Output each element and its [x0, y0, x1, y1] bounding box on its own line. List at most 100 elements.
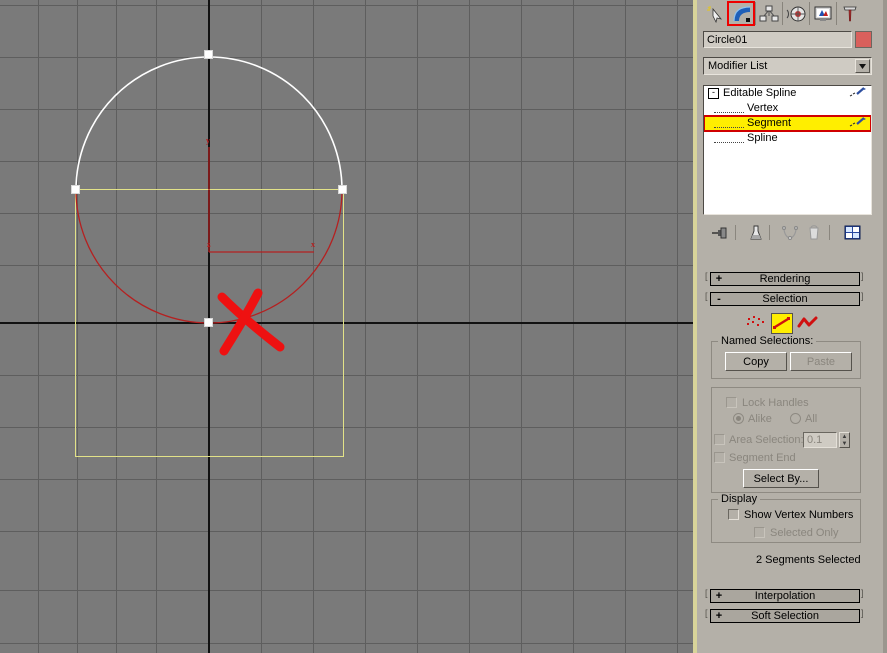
select-by-button-label: Select By... — [753, 472, 809, 485]
object-color-swatch[interactable] — [855, 31, 872, 48]
spinner-down-arrow: ▼ — [841, 440, 848, 447]
show-end-result-button[interactable] — [745, 222, 767, 243]
selected-only-checkbox[interactable] — [754, 527, 765, 538]
hammer-icon — [842, 6, 857, 21]
display-group-label: Display — [718, 493, 761, 505]
rollout-bracket-right: ] — [861, 291, 864, 301]
spinner-up-arrow: ▲ — [841, 433, 848, 440]
show-vertex-numbers-checkbox[interactable] — [728, 509, 739, 520]
copy-button-label: Copy — [743, 355, 769, 368]
stack-item-editable-spline[interactable]: - Editable Spline — [704, 86, 871, 101]
area-selection-checkbox[interactable] — [714, 434, 725, 445]
sub-object-level-buttons — [745, 312, 825, 334]
segment-sub-object-button[interactable] — [771, 312, 793, 334]
pin-stack-button[interactable] — [709, 222, 731, 243]
chevron-down-icon[interactable] — [855, 59, 870, 73]
toolbar-separator — [769, 225, 770, 240]
toolbar-separator — [829, 225, 830, 240]
interpolation-rollout-header[interactable]: + Interpolation — [710, 589, 860, 603]
utilities-tab[interactable] — [836, 2, 862, 25]
collapse-expander[interactable]: - — [708, 87, 719, 99]
display-tab[interactable] — [809, 2, 835, 25]
configure-modifier-sets-button[interactable] — [841, 222, 863, 243]
selected-only-label: Selected Only — [770, 527, 839, 539]
vertex-sub-object-button[interactable] — [745, 312, 767, 334]
expand-sign: + — [715, 610, 723, 622]
wheel-icon — [786, 6, 805, 21]
stack-item-segment[interactable]: Segment — [704, 115, 871, 132]
spline-zigzag-icon — [797, 316, 818, 328]
rollout-bracket-right: ] — [861, 588, 864, 598]
tree-connector — [714, 119, 744, 128]
paste-button-label: Paste — [806, 355, 836, 368]
all-radio[interactable] — [790, 413, 801, 424]
area-selection-value-field[interactable]: 0.1 — [803, 432, 837, 448]
selection-rollout-body: Named Selections: Copy Paste Lock Handle… — [704, 306, 868, 572]
lock-handles-checkbox[interactable] — [726, 397, 737, 408]
rollout-bracket-right: ] — [861, 271, 864, 281]
alike-radio[interactable] — [733, 413, 744, 424]
all-label: All — [805, 413, 818, 425]
stack-item-vertex[interactable]: Vertex — [704, 101, 871, 116]
necklace-icon — [782, 225, 798, 240]
area-selection-spinner[interactable]: ▲ ▼ — [839, 432, 850, 448]
pin-icon — [712, 227, 727, 238]
modifier-list-label: Modifier List — [708, 60, 768, 72]
motion-tab[interactable] — [782, 2, 808, 25]
hierarchy-nodes-icon — [759, 5, 778, 21]
segment-end-label: Segment End — [729, 452, 796, 464]
rollout-bracket-left: [ — [705, 271, 708, 281]
create-tab[interactable] — [702, 2, 728, 25]
segment-line-icon — [773, 317, 790, 329]
modify-tab[interactable] — [727, 1, 755, 26]
show-vertex-numbers-label: Show Vertex Numbers — [744, 509, 854, 521]
rollout-bracket-right: ] — [861, 608, 864, 618]
expand-sign: + — [715, 273, 723, 285]
expand-sign: + — [715, 590, 723, 602]
red-x-mark — [217, 288, 285, 356]
rollout-bracket-left: [ — [705, 608, 708, 618]
stack-item-label: Editable Spline — [723, 87, 797, 99]
rollout-title: Interpolation — [754, 590, 816, 602]
rollout-title: Selection — [762, 293, 808, 305]
command-panel-scrollbar[interactable] — [883, 0, 887, 653]
segment-end-checkbox[interactable] — [714, 452, 725, 463]
tree-connector — [714, 134, 744, 143]
rendering-rollout-header[interactable]: + Rendering — [710, 272, 860, 286]
toolbar-separator — [735, 225, 736, 240]
stack-item-label: Spline — [747, 132, 778, 144]
remove-modifier-button[interactable] — [803, 222, 825, 243]
radio-dot — [736, 416, 741, 421]
select-by-button[interactable]: Select By... — [743, 469, 819, 488]
rollout-title: Rendering — [759, 273, 811, 285]
hierarchy-tab[interactable] — [755, 2, 781, 25]
modifier-stack[interactable]: - Editable Spline Vertex Segment Spline — [703, 85, 872, 215]
collapse-sign: - — [717, 293, 721, 305]
viewport[interactable]: y x z — [0, 0, 697, 653]
stack-item-label: Segment — [747, 117, 792, 129]
area-selection-label: Area Selection: — [729, 434, 804, 446]
alike-label: Alike — [748, 413, 772, 425]
stack-item-label: Vertex — [747, 102, 779, 114]
copy-button[interactable]: Copy — [725, 352, 787, 371]
make-unique-button[interactable] — [779, 222, 801, 243]
soft-selection-rollout-header[interactable]: + Soft Selection — [710, 609, 860, 623]
stack-item-spline[interactable]: Spline — [704, 131, 871, 146]
monitor-icon — [814, 6, 831, 21]
command-panel-tabs — [702, 1, 880, 26]
lock-handles-label: Lock Handles — [742, 397, 809, 409]
flask-icon — [750, 225, 762, 239]
modifier-list-dropdown[interactable]: Modifier List — [703, 57, 872, 75]
spline-sub-object-button[interactable] — [797, 312, 819, 334]
config-sets-icon — [844, 225, 860, 240]
object-name-field[interactable]: Circle01 — [703, 31, 852, 48]
vertex-dots-icon — [747, 316, 764, 326]
selection-rollout-header[interactable]: - Selection — [710, 292, 860, 306]
rollout-bracket-left: [ — [705, 291, 708, 301]
tree-connector — [714, 104, 744, 113]
paste-button[interactable]: Paste — [790, 352, 852, 371]
named-selections-group-label: Named Selections: — [718, 335, 817, 347]
trash-icon — [809, 225, 819, 240]
bent-arc-icon — [732, 5, 750, 22]
star-arrow-icon — [707, 5, 723, 23]
